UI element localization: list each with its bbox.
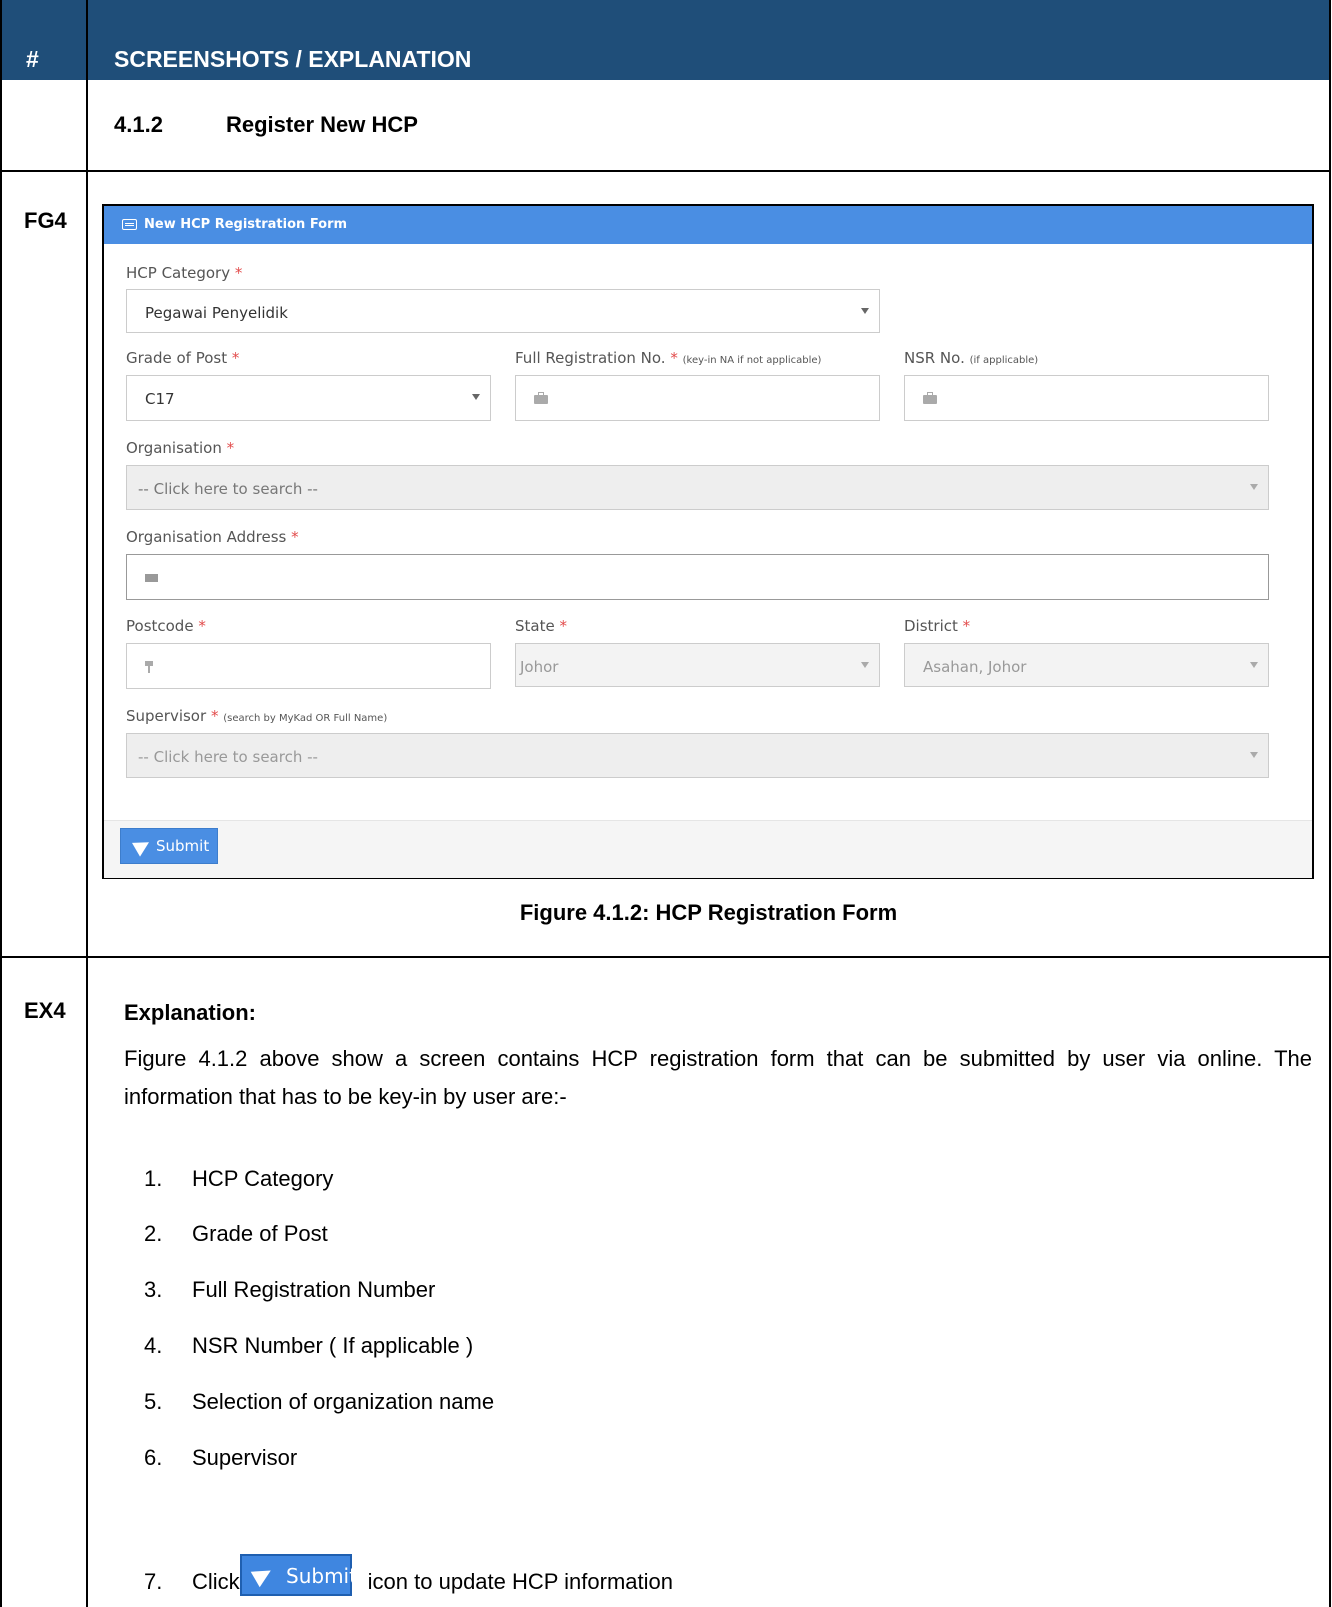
explanation-row-id: EX4 [24, 998, 66, 1023]
row-divider [2, 956, 1329, 958]
state-value: Johor [520, 658, 559, 676]
header-title: SCREENSHOTS / EXPLANATION [114, 46, 472, 72]
header-hash: # [26, 46, 39, 72]
section-heading: 4.1.2 Register New HCP [114, 112, 418, 138]
submit-label: Submit [156, 837, 210, 855]
submit-image-label: Submit [286, 1564, 357, 1588]
full-registration-input[interactable] [515, 375, 880, 421]
chevron-down-icon [861, 308, 869, 314]
grade-value: C17 [145, 390, 175, 408]
row-divider [2, 170, 1329, 172]
explanation-title: Explanation: [124, 1000, 257, 1025]
figure-caption: Figure 4.1.2: HCP Registration Form [519, 900, 898, 925]
organisation-placeholder: -- Click here to search -- [138, 480, 318, 498]
organisation-address-label: Organisation Address * [126, 528, 299, 546]
document-table: # SCREENSHOTS / EXPLANATION 4.1.2 Registe… [0, 0, 1331, 1607]
thumbtack-icon [145, 661, 153, 673]
full-registration-label: Full Registration No. * (key-in NA if no… [515, 349, 822, 367]
list-item: 1. HCP Category [144, 1166, 334, 1191]
keyboard-icon [122, 219, 137, 230]
postcode-label: Postcode * [126, 617, 206, 635]
envelope-icon [145, 574, 158, 582]
briefcase-icon [923, 392, 937, 404]
list-item: 7. Click icon to update HCP information [144, 1569, 673, 1594]
panel-header: New HCP Registration Form [104, 206, 1312, 244]
organisation-address-input[interactable] [126, 554, 1269, 600]
grade-label: Grade of Post * [126, 349, 240, 367]
supervisor-search[interactable]: -- Click here to search -- [126, 733, 1269, 778]
state-select[interactable]: Johor [515, 643, 880, 687]
list-item: 5. Selection of organization name [144, 1389, 495, 1414]
nsr-input[interactable] [904, 375, 1269, 421]
figure-row-id: FG4 [24, 208, 67, 233]
nsr-label: NSR No. (if applicable) [904, 349, 1039, 367]
district-select[interactable]: Asahan, Johor [904, 643, 1269, 687]
chevron-down-icon [1250, 662, 1258, 668]
panel-footer [104, 820, 1312, 878]
organisation-label: Organisation * [126, 439, 235, 457]
district-label: District * [904, 617, 971, 635]
supervisor-label: Supervisor * (search by MyKad OR Full Na… [126, 707, 388, 725]
panel-title: New HCP Registration Form [144, 217, 348, 232]
table-header: # SCREENSHOTS / EXPLANATION [2, 0, 1329, 80]
supervisor-placeholder: -- Click here to search -- [138, 748, 318, 766]
explanation-paragraph: Figure 4.1.2 above show a screen contain… [124, 1046, 1312, 1109]
column-divider [86, 0, 88, 1607]
hcp-category-value: Pegawai Penyelidik [145, 304, 288, 322]
list-item: 3. Full Registration Number [144, 1277, 436, 1302]
chevron-down-icon [861, 662, 869, 668]
paper-plane-icon [250, 1562, 276, 1588]
list-item: 4. NSR Number ( If applicable ) [144, 1333, 474, 1358]
submit-button[interactable]: Submit [120, 828, 218, 864]
briefcase-icon [534, 392, 548, 404]
list-item: 2. Grade of Post [144, 1221, 328, 1246]
grade-select[interactable]: C17 [126, 375, 491, 421]
hcp-category-select[interactable]: Pegawai Penyelidik [126, 289, 880, 333]
submit-button-image: Submit [240, 1554, 357, 1596]
state-label: State * [515, 617, 567, 635]
postcode-input[interactable] [126, 643, 491, 689]
section-title: Register New HCP [226, 112, 418, 137]
section-number: 4.1.2 [114, 112, 163, 137]
chevron-down-icon [1250, 752, 1258, 758]
hcp-category-label: HCP Category * [126, 264, 243, 282]
list-item: 6. Supervisor [144, 1445, 298, 1470]
paper-plane-icon [132, 835, 153, 857]
chevron-down-icon [472, 394, 480, 400]
chevron-down-icon [1250, 484, 1258, 490]
organisation-search[interactable]: -- Click here to search -- [126, 465, 1269, 510]
form-screenshot: New HCP Registration Form HCP Category *… [102, 204, 1314, 879]
district-value: Asahan, Johor [923, 658, 1027, 676]
